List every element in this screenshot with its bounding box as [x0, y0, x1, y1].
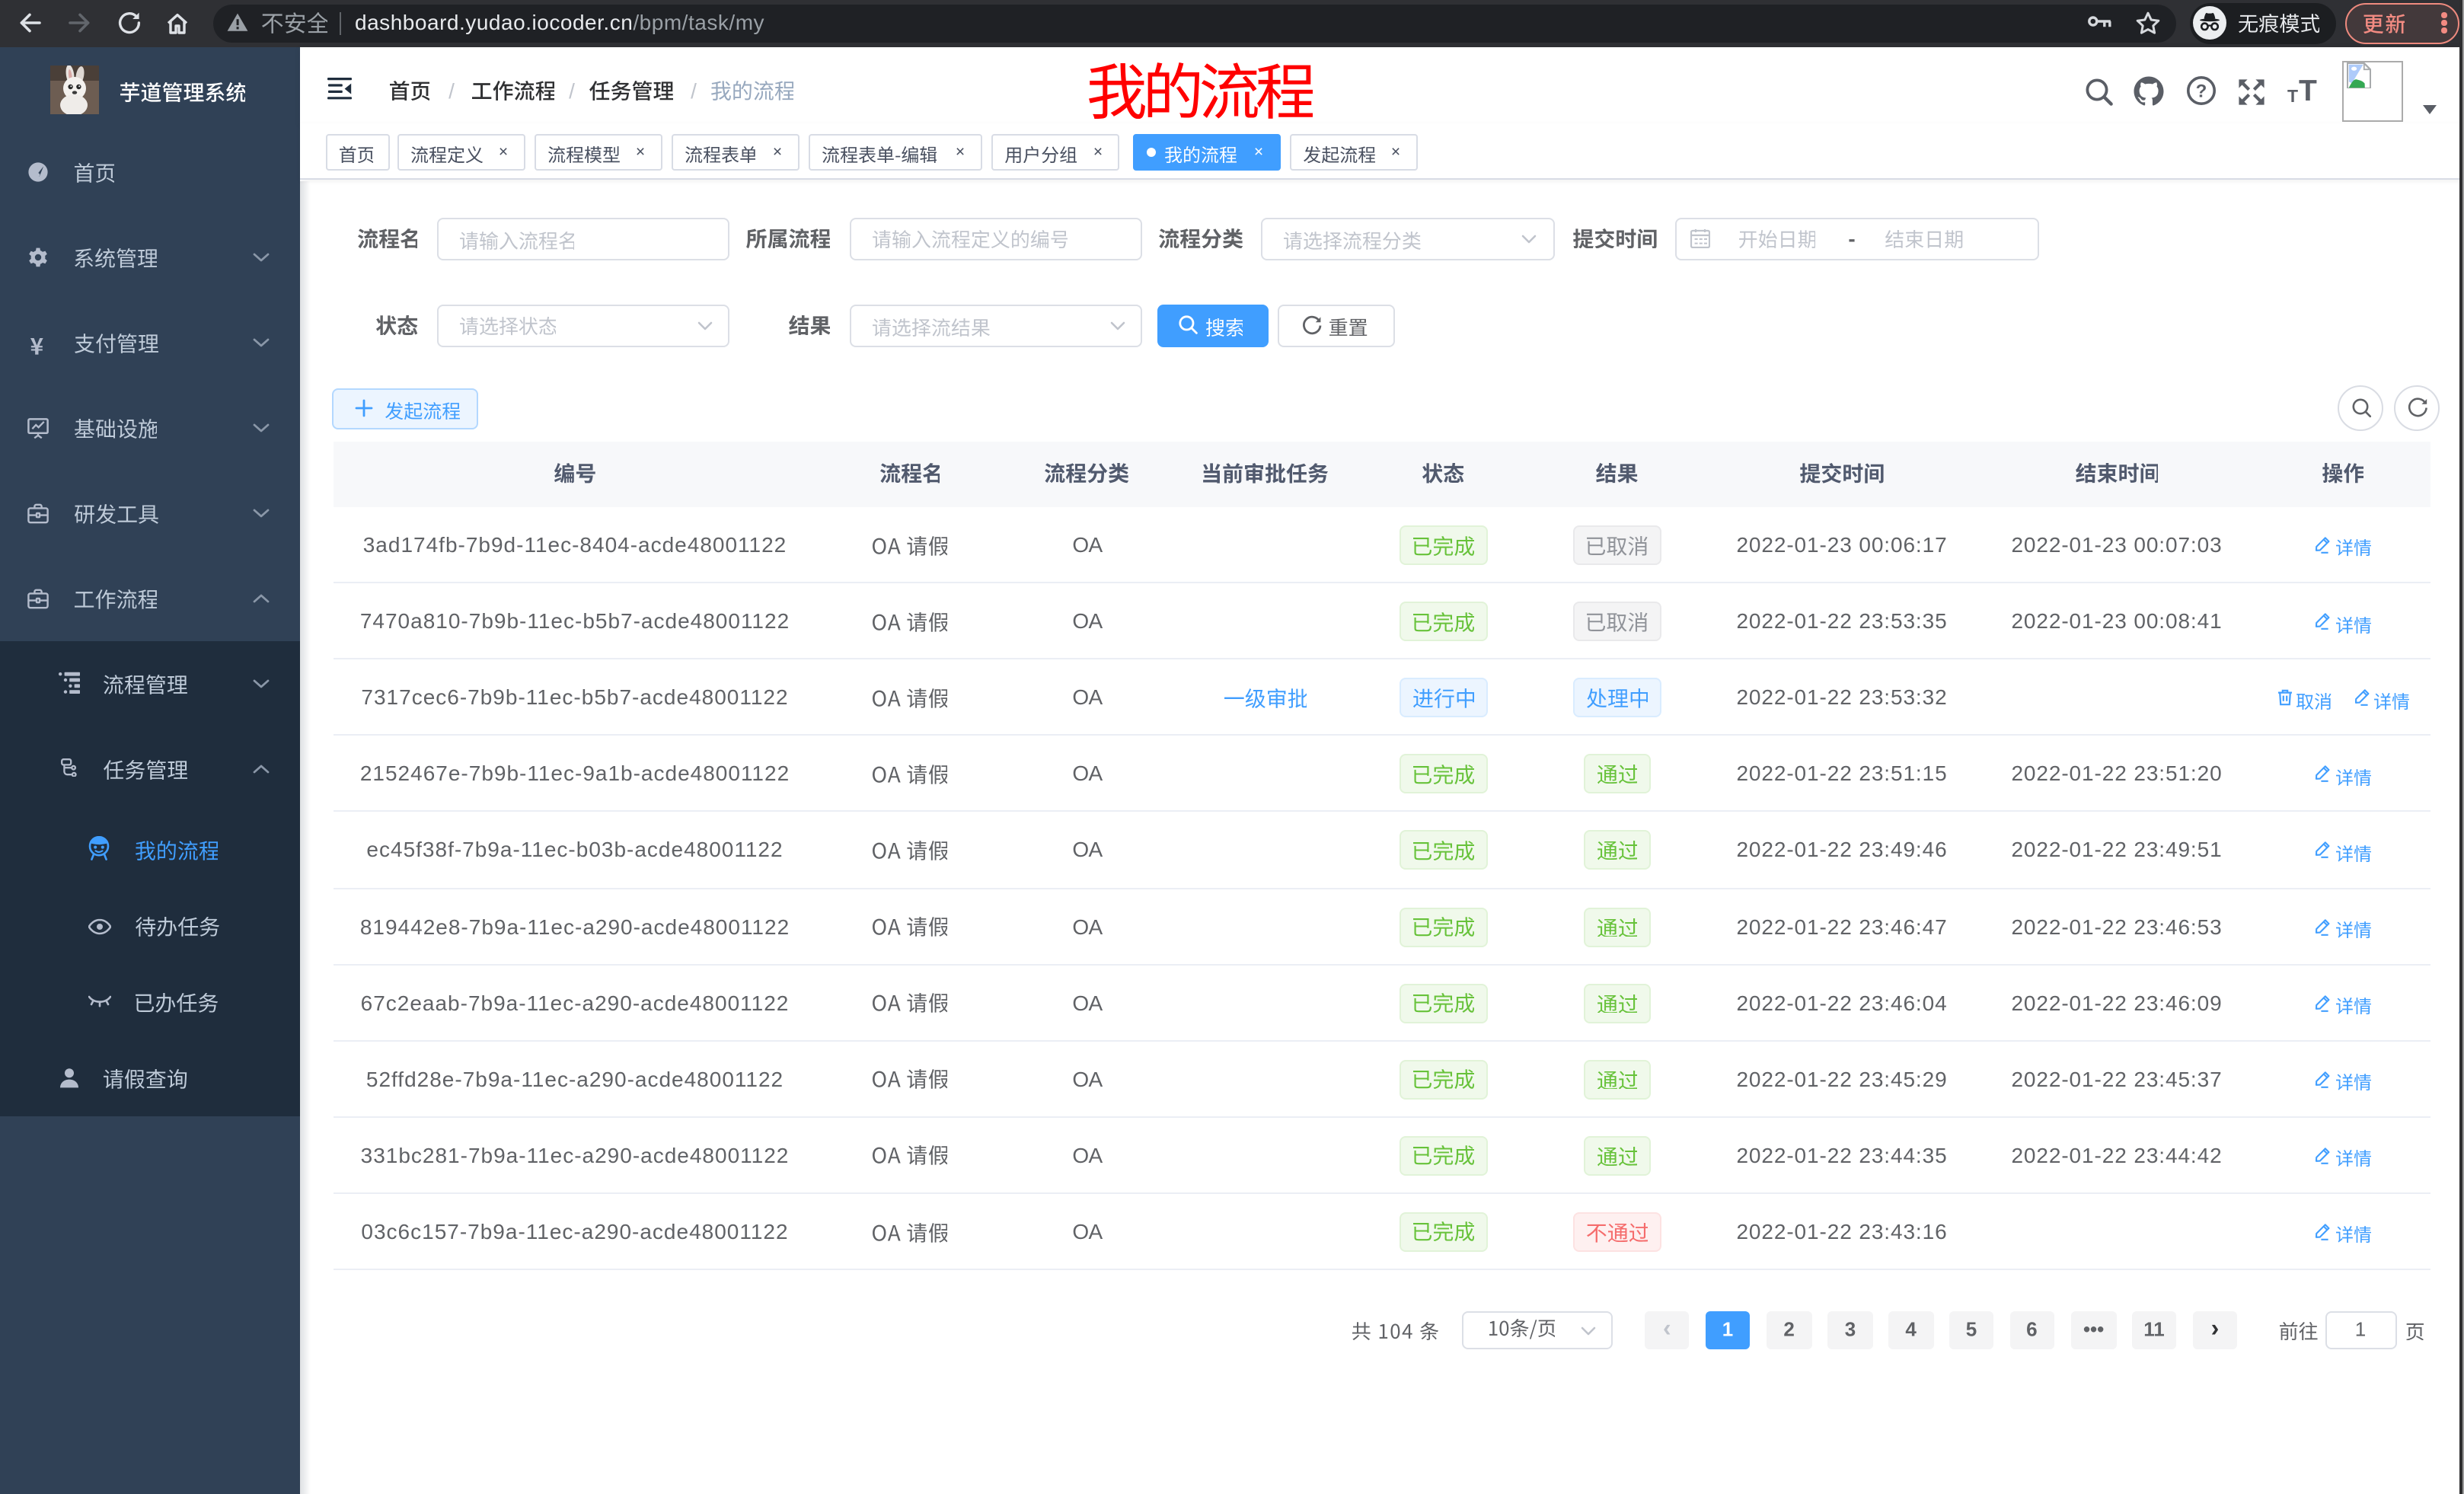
svg-text:?: ?	[2195, 81, 2207, 102]
